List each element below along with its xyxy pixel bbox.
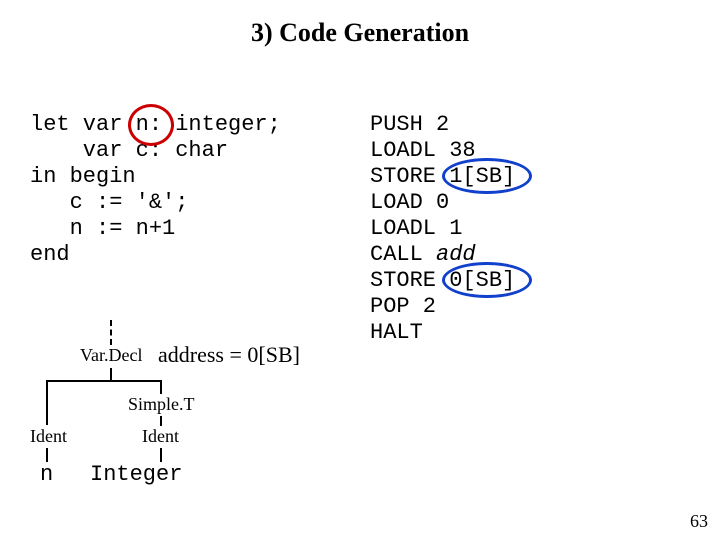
tgt-line-6a: CALL — [370, 242, 436, 267]
highlight-ellipse-red — [128, 104, 174, 146]
tgt-line-9: HALT — [370, 320, 423, 345]
address-prefix: address = — [158, 342, 247, 367]
tree-leaf-integer: Integer — [90, 462, 182, 487]
tree-line-v5 — [46, 448, 48, 462]
tgt-line-5: LOADL 1 — [370, 216, 462, 241]
address-value: 0[SB] — [247, 342, 300, 367]
tree-vardecl-label: Var.Decl — [80, 345, 142, 366]
tree-line-v4 — [160, 416, 162, 426]
src-line-5: n := n+1 — [30, 216, 175, 241]
src-line-3: in begin — [30, 164, 136, 189]
src-line-2: var c: char — [30, 138, 228, 163]
tree-ident2-label: Ident — [142, 426, 179, 447]
tgt-line-3a: STORE — [370, 164, 449, 189]
src-line-4: c := '&'; — [30, 190, 188, 215]
src-line-6: end — [30, 242, 70, 267]
highlight-ellipse-blue-1sb — [442, 158, 532, 194]
tgt-line-2: LOADL 38 — [370, 138, 476, 163]
tgt-line-1: PUSH 2 — [370, 112, 449, 137]
highlight-ellipse-blue-0sb — [442, 262, 532, 298]
tree-line-h1 — [46, 380, 161, 382]
tree-leaf-n: n — [40, 462, 53, 487]
page-number: 63 — [690, 511, 708, 532]
tree-line-v1 — [110, 368, 112, 380]
ast-tree: Var.Decl address = 0[SB] Simple.T Ident … — [30, 340, 330, 510]
tree-line-v3 — [160, 380, 162, 394]
tree-dashed-line — [110, 320, 112, 345]
slide-title: 3) Code Generation — [0, 18, 720, 48]
tree-address-annotation: address = 0[SB] — [158, 342, 300, 368]
tgt-line-8: POP 2 — [370, 294, 436, 319]
tree-simplet-label: Simple.T — [128, 394, 195, 415]
tree-line-v2 — [46, 380, 48, 425]
tgt-line-4: LOAD 0 — [370, 190, 449, 215]
tgt-line-7a: STORE — [370, 268, 449, 293]
tree-line-v6 — [160, 448, 162, 462]
target-code-block: PUSH 2 LOADL 38 STORE 1[SB] LOAD 0 LOADL… — [370, 112, 515, 346]
tree-ident1-label: Ident — [30, 426, 67, 447]
